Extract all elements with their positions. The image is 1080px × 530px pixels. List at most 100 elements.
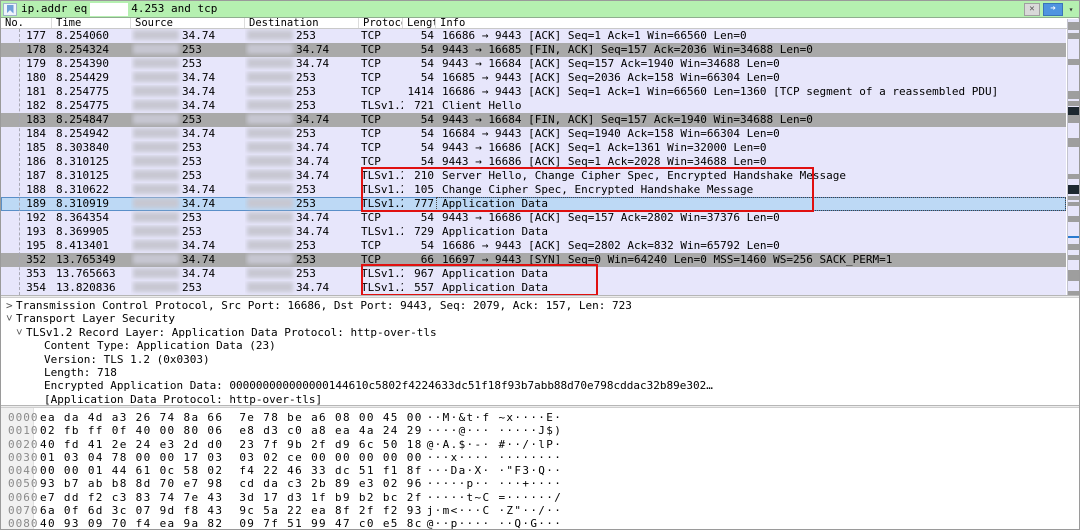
source-suffix: 34.74 — [182, 253, 215, 266]
packet-row[interactable]: 1928.36435425334.74TCP549443 → 16686 [AC… — [1, 211, 1066, 225]
hex-offset: 0060 — [1, 491, 34, 504]
expander-arrow-icon[interactable]: ˅ — [6, 312, 16, 325]
hex-row[interactable]: 005093 b7 ab b8 8d 70 e7 98 cd da c3 2b … — [1, 477, 1079, 490]
packet-row[interactable]: 1858.30384025334.74TCP549443 → 16686 [AC… — [1, 141, 1066, 155]
source-suffix: 34.74 — [182, 29, 215, 42]
source-suffix: 253 — [182, 211, 202, 224]
packet-source: 253 — [131, 281, 245, 295]
expander-arrow-icon[interactable]: ˅ — [16, 326, 26, 339]
redacted-ip — [247, 142, 293, 152]
packet-row[interactable]: 1808.25442934.74253TCP5416685 → 9443 [AC… — [1, 71, 1066, 85]
packet-no: 354 — [1, 281, 52, 295]
column-header-length[interactable]: Length — [403, 18, 436, 28]
packet-no: 192 — [1, 211, 52, 225]
detail-line[interactable]: Content Type: Application Data (23) — [1, 339, 1079, 352]
packet-row[interactable]: 1938.36990525334.74TLSv1.2729Application… — [1, 225, 1066, 239]
apply-filter-button[interactable]: ➜ — [1043, 3, 1063, 16]
column-header-source[interactable]: Source — [131, 18, 245, 28]
redacted-ip — [133, 184, 179, 194]
pane-splitter-top[interactable] — [1, 295, 1079, 298]
packet-protocol: TLSv1.2 — [359, 225, 403, 239]
packet-protocol: TLSv1.2 — [359, 99, 403, 113]
hex-row[interactable]: 004000 00 01 44 61 0c 58 02 f4 22 46 33 … — [1, 464, 1079, 477]
column-header-time[interactable]: Time — [52, 18, 131, 28]
column-header-info[interactable]: Info — [436, 18, 1079, 28]
packet-info: Client Hello — [436, 99, 1066, 113]
hex-row[interactable]: 008040 93 09 70 f4 ea 9a 82 09 7f 51 99 … — [1, 517, 1079, 530]
redacted-filter-ip — [90, 3, 128, 16]
hex-row[interactable]: 0000ea da 4d a3 26 74 8a 66 7e 78 be a6 … — [1, 411, 1079, 424]
destination-suffix: 34.74 — [296, 141, 329, 154]
hex-row[interactable]: 002040 fd 41 2e 24 e3 2d d0 23 7f 9b 2f … — [1, 438, 1079, 451]
detail-line[interactable]: [Application Data Protocol: http-over-tl… — [1, 393, 1079, 405]
scrollbar-segment — [1068, 196, 1079, 200]
scrollbar-segment — [1068, 91, 1079, 99]
packet-row[interactable]: 1788.25432425334.74TCP549443 → 16685 [FI… — [1, 43, 1066, 57]
packet-length: 557 — [403, 281, 436, 295]
packet-no: 186 — [1, 155, 52, 169]
hex-row[interactable]: 003001 03 04 78 00 00 17 03 03 02 ce 00 … — [1, 451, 1079, 464]
scrollbar-segment — [1068, 174, 1079, 179]
scrollbar-segment — [1068, 107, 1079, 115]
packet-info: 16686 → 9443 [ACK] Seq=2802 Ack=832 Win=… — [436, 239, 1066, 253]
packet-row[interactable]: 35413.82083625334.74TLSv1.2557Applicatio… — [1, 281, 1066, 295]
packet-row[interactable]: 1818.25477534.74253TCP141416686 → 9443 [… — [1, 85, 1066, 99]
packet-length: 967 — [403, 267, 436, 281]
filter-bar-buttons: ✕ ➜ ▾ — [1024, 3, 1079, 16]
packet-row[interactable]: 1798.25439025334.74TCP549443 → 16684 [AC… — [1, 57, 1066, 71]
packet-row[interactable]: 1778.25406034.74253TCP5416686 → 9443 [AC… — [1, 29, 1066, 43]
detail-line[interactable]: Length: 718 — [1, 366, 1079, 379]
packet-row[interactable]: 35213.76534934.74253TCP6616697 → 9443 [S… — [1, 253, 1066, 267]
display-filter-bar: ip.addr eq4.253 and tcp ✕ ➜ ▾ — [1, 1, 1079, 18]
column-header-destination[interactable]: Destination — [245, 18, 359, 28]
redacted-ip — [247, 44, 293, 54]
packet-destination: 34.74 — [245, 141, 359, 155]
filter-dropdown-button[interactable]: ▾ — [1066, 5, 1076, 14]
packet-destination: 253 — [245, 85, 359, 99]
packet-source: 34.74 — [131, 197, 245, 211]
hex-offset: 0020 — [1, 438, 34, 451]
detail-line[interactable]: >Transmission Control Protocol, Src Port… — [1, 299, 1079, 312]
detail-line[interactable]: ˅Transport Layer Security — [1, 312, 1079, 325]
column-header-protocol[interactable]: Protocol — [359, 18, 403, 28]
packet-list-header: No. Time Source Destination Protocol Len… — [1, 18, 1079, 29]
detail-line[interactable]: Version: TLS 1.2 (0x0303) — [1, 353, 1079, 366]
packet-info: Application Data — [436, 267, 1066, 281]
detail-line[interactable]: ˅TLSv1.2 Record Layer: Application Data … — [1, 326, 1079, 339]
filter-text-suffix: 4.253 and tcp — [131, 2, 217, 15]
packet-row[interactable]: 1838.25484725334.74TCP549443 → 16684 [FI… — [1, 113, 1066, 127]
packet-row[interactable]: 35313.76566334.74253TLSv1.2967Applicatio… — [1, 267, 1066, 281]
destination-suffix: 253 — [296, 197, 316, 210]
packet-source: 34.74 — [131, 239, 245, 253]
packet-row[interactable]: 1878.31012525334.74TLSv1.2210Server Hell… — [1, 169, 1066, 183]
packet-row[interactable]: 1888.31062234.74253TLSv1.2105Change Ciph… — [1, 183, 1066, 197]
packet-protocol: TCP — [359, 57, 403, 71]
packet-length: 54 — [403, 127, 436, 141]
filter-bookmark-button[interactable] — [3, 3, 17, 16]
hex-bytes: 93 b7 ab b8 8d 70 e7 98 cd da c3 2b 89 e… — [40, 477, 423, 490]
packet-no: 181 — [1, 85, 52, 99]
packet-destination: 253 — [245, 183, 359, 197]
column-header-no[interactable]: No. — [1, 18, 52, 28]
packet-row[interactable]: 1828.25477534.74253TLSv1.2721Client Hell… — [1, 99, 1066, 113]
packet-row[interactable]: 1868.31012525334.74TCP549443 → 16686 [AC… — [1, 155, 1066, 169]
expander-arrow-icon[interactable]: > — [6, 299, 16, 312]
packet-time: 8.254429 — [52, 71, 131, 85]
packet-no: 182 — [1, 99, 52, 113]
packet-list-minimap-scrollbar[interactable] — [1067, 19, 1079, 297]
packet-no: 177 — [1, 29, 52, 43]
filter-input[interactable]: ip.addr eq4.253 and tcp — [21, 2, 217, 16]
detail-line[interactable]: Encrypted Application Data: 000000000000… — [1, 379, 1079, 392]
hex-row[interactable]: 00706a 0f 6d 3c 07 9d f8 43 9c 5a 22 ea … — [1, 504, 1079, 517]
packet-destination: 34.74 — [245, 281, 359, 295]
packet-row[interactable]: 1848.25494234.74253TCP5416684 → 9443 [AC… — [1, 127, 1066, 141]
packet-row[interactable]: 1958.41340134.74253TCP5416686 → 9443 [AC… — [1, 239, 1066, 253]
redacted-ip — [247, 114, 293, 124]
clear-filter-button[interactable]: ✕ — [1024, 3, 1040, 16]
packet-no: 183 — [1, 113, 52, 127]
hex-row[interactable]: 001002 fb ff 0f 40 00 80 06 e8 d3 c0 a8 … — [1, 424, 1079, 437]
packet-row[interactable]: 1898.31091934.74253TLSv1.2777Application… — [1, 197, 1066, 211]
hex-row[interactable]: 0060e7 dd f2 c3 83 74 7e 43 3d 17 d3 1f … — [1, 491, 1079, 504]
redacted-ip — [247, 198, 293, 208]
packet-time: 8.303840 — [52, 141, 131, 155]
